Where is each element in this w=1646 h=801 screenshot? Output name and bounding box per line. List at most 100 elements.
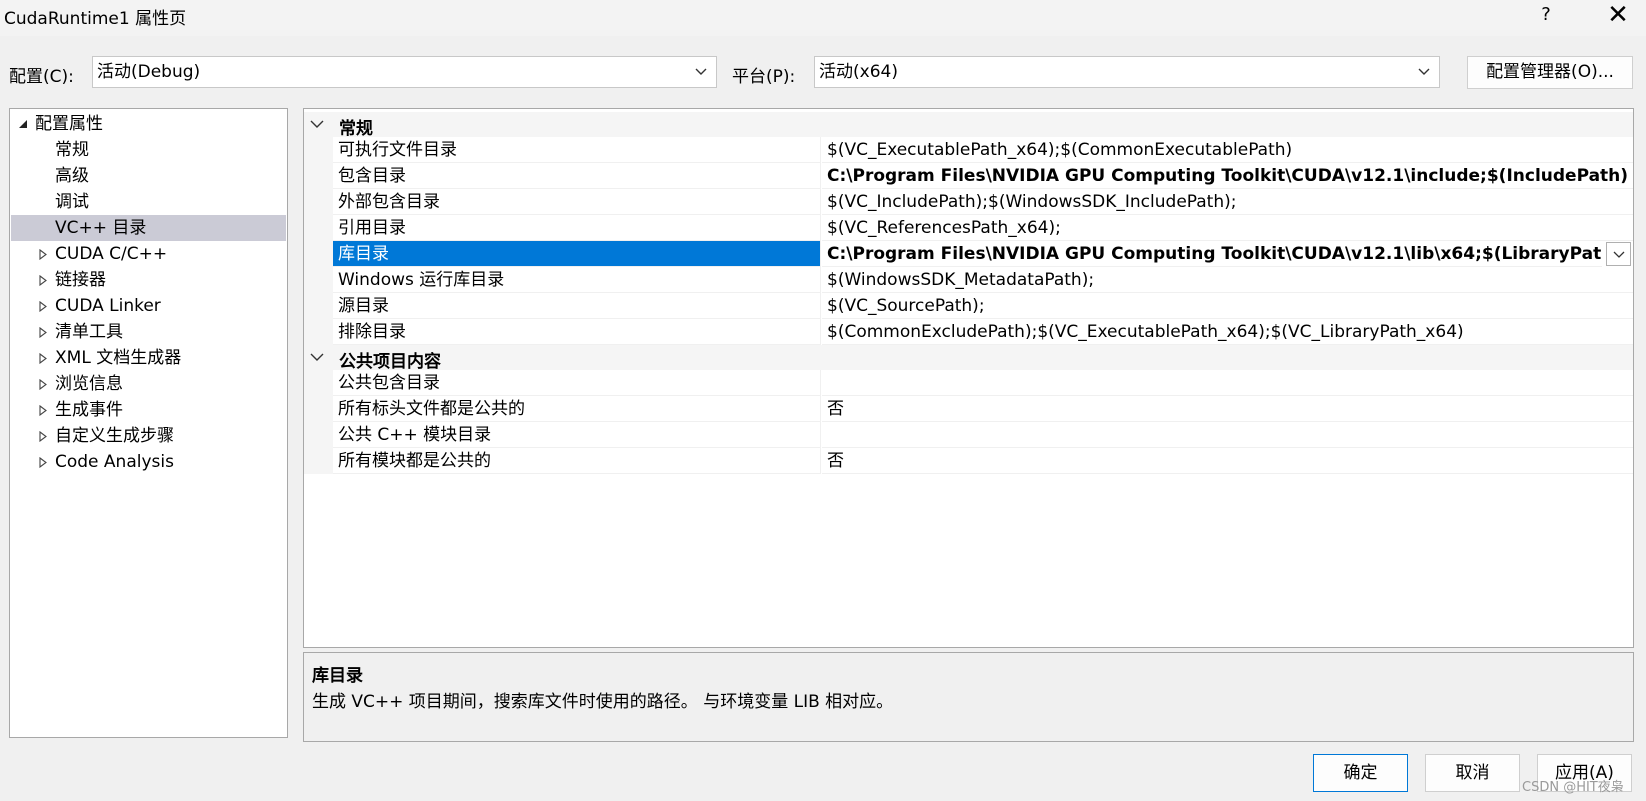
row-gutter <box>304 163 333 189</box>
collapsed-triangle-icon[interactable] <box>39 319 51 345</box>
tree-item-manifest-tool[interactable]: 清单工具 <box>11 319 286 345</box>
row-gutter <box>304 189 333 215</box>
property-value[interactable]: $(WindowsSDK_MetadataPath); <box>822 267 1633 293</box>
tree-item-label: 调试 <box>55 192 89 212</box>
collapsed-triangle-icon[interactable] <box>39 241 51 267</box>
collapsed-triangle-icon[interactable] <box>39 371 51 397</box>
tree-item-debugging[interactable]: 调试 <box>11 189 286 215</box>
property-row[interactable]: 可执行文件目录 $(VC_ExecutablePath_x64);$(Commo… <box>304 137 1633 163</box>
expanded-triangle-icon <box>18 111 30 137</box>
tree-item-browse-info[interactable]: 浏览信息 <box>11 371 286 397</box>
property-tree: 配置属性 常规 高级 调试 VC++ 目录 CUDA C/C++ 链接器 CUD… <box>9 108 288 738</box>
row-gutter <box>304 396 333 422</box>
tree-item-label: Code Analysis <box>55 452 174 472</box>
collapsed-triangle-icon[interactable] <box>39 267 51 293</box>
tree-item-label: CUDA Linker <box>55 296 161 316</box>
tree-item-cuda-linker[interactable]: CUDA Linker <box>11 293 286 319</box>
platform-combo[interactable]: 活动(x64) <box>814 56 1440 88</box>
property-row-selected[interactable]: 库目录 C:\Program Files\NVIDIA GPU Computin… <box>304 241 1633 267</box>
property-row[interactable]: 外部包含目录 $(VC_IncludePath);$(WindowsSDK_In… <box>304 189 1633 215</box>
property-row[interactable]: 排除目录 $(CommonExcludePath);$(VC_Executabl… <box>304 319 1633 345</box>
tree-root[interactable]: 配置属性 <box>11 111 286 137</box>
property-row[interactable]: 所有模块都是公共的 否 <box>304 448 1633 474</box>
config-label: 配置(C): <box>9 67 74 87</box>
property-value[interactable]: $(CommonExcludePath);$(VC_ExecutablePath… <box>822 319 1633 345</box>
category-public-project-content[interactable]: 公共项目内容 <box>304 345 1633 372</box>
chevron-down-icon <box>1415 57 1433 87</box>
property-value[interactable] <box>822 422 1633 448</box>
window-title: CudaRuntime1 属性页 <box>4 9 187 29</box>
close-button[interactable]: ✕ <box>1600 0 1636 32</box>
collapsed-triangle-icon[interactable] <box>39 293 51 319</box>
value-dropdown-button[interactable] <box>1606 242 1631 266</box>
tree-item-label: 自定义生成步骤 <box>55 426 174 446</box>
tree-item-cuda-cpp[interactable]: CUDA C/C++ <box>11 241 286 267</box>
tree-item-build-events[interactable]: 生成事件 <box>11 397 286 423</box>
row-gutter <box>304 215 333 241</box>
tree-item-custom-build-step[interactable]: 自定义生成步骤 <box>11 423 286 449</box>
row-gutter <box>304 293 333 319</box>
chevron-down-icon[interactable] <box>310 345 326 370</box>
property-value[interactable]: C:\Program Files\NVIDIA GPU Computing To… <box>822 241 1602 267</box>
property-row[interactable]: Windows 运行库目录 $(WindowsSDK_MetadataPath)… <box>304 267 1633 293</box>
description-text: 生成 VC++ 项目期间，搜索库文件时使用的路径。 与环境变量 LIB 相对应。 <box>312 692 894 712</box>
collapsed-triangle-icon[interactable] <box>39 449 51 475</box>
tree-item-label: 浏览信息 <box>55 374 123 394</box>
property-row[interactable]: 包含目录 C:\Program Files\NVIDIA GPU Computi… <box>304 163 1633 189</box>
property-value[interactable]: $(VC_SourcePath); <box>822 293 1633 319</box>
tree-item-code-analysis[interactable]: Code Analysis <box>11 449 286 475</box>
row-gutter <box>304 370 333 396</box>
property-row[interactable]: 公共包含目录 <box>304 370 1633 396</box>
property-value[interactable]: $(VC_ExecutablePath_x64);$(CommonExecuta… <box>822 137 1633 163</box>
property-name: 外部包含目录 <box>333 189 821 215</box>
tree-item-linker[interactable]: 链接器 <box>11 267 286 293</box>
category-label: 常规 <box>339 119 373 139</box>
description-pane: 库目录 生成 VC++ 项目期间，搜索库文件时使用的路径。 与环境变量 LIB … <box>303 652 1634 742</box>
tree-item-label: VC++ 目录 <box>55 218 147 238</box>
config-combo[interactable]: 活动(Debug) <box>92 56 717 88</box>
row-gutter <box>304 137 333 163</box>
config-manager-button[interactable]: 配置管理器(O)... <box>1467 56 1633 89</box>
property-value[interactable]: C:\Program Files\NVIDIA GPU Computing To… <box>822 163 1633 189</box>
property-value[interactable]: 否 <box>822 396 1633 422</box>
tree-item-label: 常规 <box>55 140 89 160</box>
config-combo-value: 活动(Debug) <box>97 62 201 82</box>
property-value[interactable] <box>822 370 1633 396</box>
property-name: 可执行文件目录 <box>333 137 821 163</box>
ok-button[interactable]: 确定 <box>1313 754 1408 792</box>
property-row[interactable]: 公共 C++ 模块目录 <box>304 422 1633 448</box>
collapsed-triangle-icon[interactable] <box>39 423 51 449</box>
property-name: 公共 C++ 模块目录 <box>333 422 821 448</box>
collapsed-triangle-icon[interactable] <box>39 345 51 371</box>
tree-item-vc-directories[interactable]: VC++ 目录 <box>11 215 286 241</box>
property-row[interactable]: 引用目录 $(VC_ReferencesPath_x64); <box>304 215 1633 241</box>
property-name: 包含目录 <box>333 163 821 189</box>
property-row[interactable]: 源目录 $(VC_SourcePath); <box>304 293 1633 319</box>
description-title: 库目录 <box>312 666 363 686</box>
property-name: 所有模块都是公共的 <box>333 448 821 474</box>
chevron-down-icon[interactable] <box>310 112 326 137</box>
tree-item-label: 链接器 <box>55 270 106 290</box>
tree-item-xml-doc-generator[interactable]: XML 文档生成器 <box>11 345 286 371</box>
property-name: 库目录 <box>333 241 821 267</box>
cancel-button[interactable]: 取消 <box>1425 754 1520 792</box>
row-gutter <box>304 422 333 448</box>
tree-item-label: CUDA C/C++ <box>55 244 168 264</box>
platform-combo-value: 活动(x64) <box>819 62 898 82</box>
tree-item-label: 高级 <box>55 166 89 186</box>
category-label: 公共项目内容 <box>339 352 441 372</box>
title-bar: CudaRuntime1 属性页 ? ✕ <box>0 0 1646 36</box>
row-gutter <box>304 319 333 345</box>
category-general[interactable]: 常规 <box>304 112 1633 139</box>
collapsed-triangle-icon[interactable] <box>39 397 51 423</box>
tree-item-advanced[interactable]: 高级 <box>11 163 286 189</box>
property-name: 源目录 <box>333 293 821 319</box>
property-value[interactable]: 否 <box>822 448 1633 474</box>
help-button[interactable]: ? <box>1536 4 1556 25</box>
tree-item-label: 清单工具 <box>55 322 123 342</box>
tree-item-general[interactable]: 常规 <box>11 137 286 163</box>
property-row[interactable]: 所有标头文件都是公共的 否 <box>304 396 1633 422</box>
property-name: 引用目录 <box>333 215 821 241</box>
property-value[interactable]: $(VC_IncludePath);$(WindowsSDK_IncludePa… <box>822 189 1633 215</box>
property-value[interactable]: $(VC_ReferencesPath_x64); <box>822 215 1633 241</box>
